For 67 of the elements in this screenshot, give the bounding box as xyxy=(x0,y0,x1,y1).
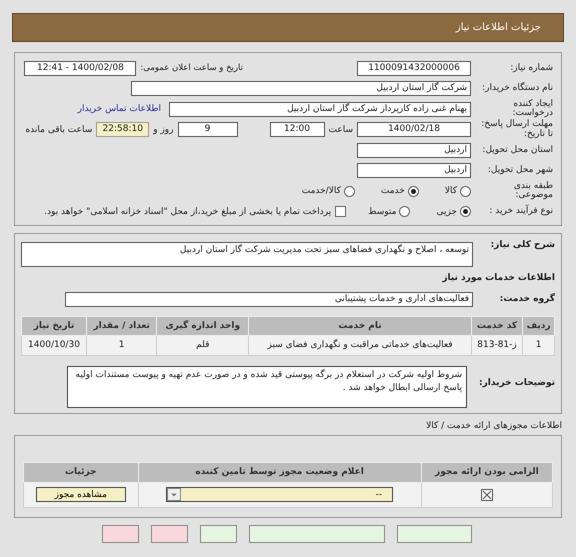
buyer-field: شرکت گاز استان اردبیل xyxy=(131,81,471,96)
radio-label: جزیی xyxy=(436,206,457,217)
action-button[interactable] xyxy=(249,524,385,542)
action-button[interactable] xyxy=(151,524,188,542)
radio-button[interactable] xyxy=(344,186,355,197)
checkbox[interactable] xyxy=(335,206,346,218)
need-number-field: 1100091432000006 xyxy=(357,60,471,76)
time-field: 12:00 xyxy=(270,122,324,138)
action-button[interactable] xyxy=(397,524,472,542)
column-header: تاریخ نیاز xyxy=(22,316,86,335)
column-header: جزئیات xyxy=(24,462,138,482)
table-cell: فعالیت‌های خدماتی مراقبت و نگهداری فضای سبز xyxy=(248,335,472,355)
table-cell: 1 xyxy=(522,335,554,355)
radio-button[interactable] xyxy=(399,206,410,218)
status-dropdown[interactable]: -- xyxy=(166,487,394,502)
field-label: توضیحات خریدار: xyxy=(478,378,555,388)
radio-label: خدمت xyxy=(380,186,405,196)
radio-label: متوسط xyxy=(368,206,396,217)
field-label: نوع فرآیند خرید : xyxy=(488,207,553,216)
table-cell: ز-81-813 xyxy=(471,335,523,355)
table-cell: 1 xyxy=(86,335,157,355)
days-field: 9 xyxy=(178,122,238,138)
creator-field: بهنام غنی زاده کارپرداز شرکت گاز استان اردبیل xyxy=(169,102,471,117)
remaining-time-field: 22:58:10 xyxy=(96,122,150,138)
field-label: تاریخ و ساعت اعلان عمومی: xyxy=(140,63,243,74)
field-label: شماره نیاز: xyxy=(509,64,553,73)
field-label: گروه خدمت: xyxy=(498,294,555,304)
view-permit-button[interactable]: مشاهده مجوز xyxy=(36,487,126,502)
remaining-label: ساعت باقی مانده xyxy=(25,124,92,135)
action-button[interactable] xyxy=(200,524,237,542)
table-cell: قلم xyxy=(156,335,249,355)
column-header: اعلام وضعیت مجوز توسط تامین کننده xyxy=(138,462,422,482)
column-header: الزامی بودن ارائه مجوز xyxy=(421,462,552,482)
deadline-date-field: 1400/02/18 xyxy=(357,122,471,138)
city-field: اردبیل xyxy=(357,163,471,178)
column-header: کد خدمت xyxy=(471,316,523,335)
field-label: شرح کلی نیاز: xyxy=(490,241,555,250)
column-header: تعداد / مقدار xyxy=(86,316,157,335)
column-header: ردیف xyxy=(522,316,554,335)
field-label: مهلت ارسال پاسخ: تا تاریخ: xyxy=(480,120,553,140)
buyer-notes-field: شروط اولیه شرکت در استعلام در برگه پیوستی قید شده و در صورت عدم تهیه و پیوست مستندات اولیه پاسخ ارسالی ابطال خواهد شد . xyxy=(67,366,467,408)
caret-icon[interactable] xyxy=(167,488,182,501)
service-group-field: فعالیت‌های اداری و خدمات پشتیبانی xyxy=(65,292,473,307)
field-label: طبقه بندی موضوعی: xyxy=(512,182,553,201)
province-field: اردبیل xyxy=(357,142,471,158)
radio-label: کالا/خدمت xyxy=(302,186,341,196)
radio-label: کالا xyxy=(444,186,457,196)
radio-button[interactable] xyxy=(460,186,471,197)
description-field: توسعه ، اصلاح و نگهداری فضاهای سبز تحت مدیریت شرکت گاز استان اردبیل xyxy=(21,242,473,267)
field-label: شهر محل تحویل: xyxy=(486,166,553,176)
checkbox-label: پرداخت تمام یا بخشی از مبلغ خرید،از محل "اسناد خزانه اسلامی" خواهد بود. xyxy=(44,206,332,217)
time-label: ساعت xyxy=(328,124,353,135)
announce-date-field: 1400/02/08 - 12:41 xyxy=(24,60,136,76)
field-label: ایجاد کننده درخواست: xyxy=(512,100,553,119)
contact-link[interactable]: اطلاعات تماس خریدار xyxy=(78,104,161,114)
section-title: اطلاعات خدمات مورد نیاز xyxy=(441,273,555,283)
field-label: استان محل تحویل: xyxy=(481,146,553,155)
column-header: واحد اندازه گیری xyxy=(156,316,249,335)
column-header: نام خدمت xyxy=(248,316,472,335)
section-title: اطلاعات مجوزهای ارائه خدمت / کالا xyxy=(425,420,562,432)
days-label: روز و xyxy=(153,124,174,135)
radio-button[interactable] xyxy=(460,206,471,218)
action-button[interactable] xyxy=(102,524,139,542)
page-title: جزئیات اطلاعات نیاز xyxy=(456,22,541,33)
table-cell: 1400/10/30 xyxy=(22,335,86,355)
radio-button[interactable] xyxy=(408,186,419,197)
field-label: نام دستگاه خریدار: xyxy=(481,84,553,94)
